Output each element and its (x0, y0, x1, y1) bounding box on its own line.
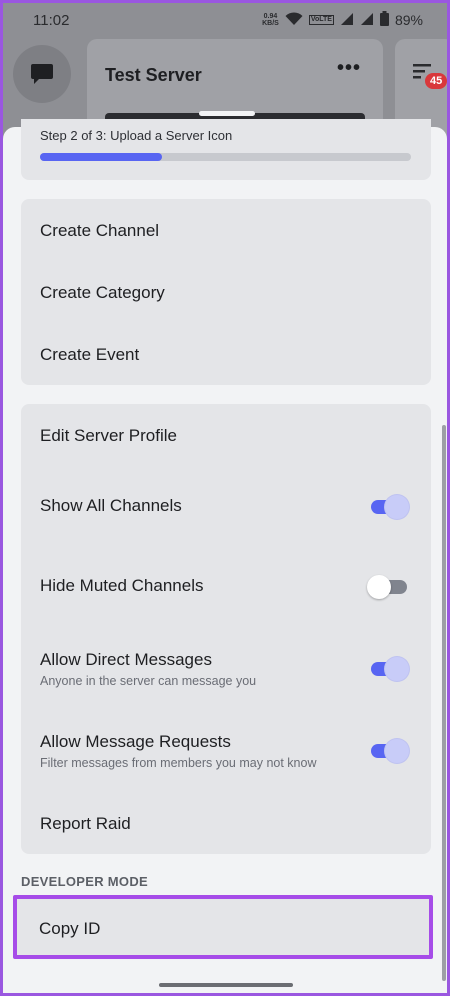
create-event-item[interactable]: Create Event (21, 323, 431, 385)
create-channel-label: Create Channel (40, 221, 160, 240)
server-settings-sheet: Step 2 of 3: Upload a Server Icon Create… (3, 119, 447, 993)
setup-progress-card[interactable]: Step 2 of 3: Upload a Server Icon (21, 119, 431, 180)
show-all-channels-toggle[interactable] (371, 494, 409, 519)
copy-id-label: Copy ID (39, 919, 101, 938)
allow-message-requests-description: Filter messages from members you may not… (40, 756, 317, 770)
status-time: 11:02 (33, 12, 70, 29)
hide-muted-channels-item[interactable]: Hide Muted Channels (21, 546, 431, 626)
edit-server-profile-label: Edit Server Profile (40, 426, 177, 445)
create-channel-item[interactable]: Create Channel (21, 199, 431, 261)
sheet-scrollbar[interactable] (442, 425, 446, 981)
more-icon: ••• (336, 57, 361, 79)
direct-messages-button (13, 45, 71, 103)
status-bar: 11:02 0.94 KB/S VoLTE 89% (3, 3, 447, 37)
developer-mode-header: DEVELOPER MODE (21, 874, 148, 889)
allow-direct-messages-toggle[interactable] (371, 656, 409, 681)
battery-icon (379, 11, 389, 29)
allow-direct-messages-item[interactable]: Allow Direct Messages Anyone in the serv… (21, 626, 431, 708)
report-raid-label: Report Raid (40, 814, 131, 833)
network-speed: 0.94 KB/S (262, 13, 279, 27)
report-raid-item[interactable]: Report Raid (21, 788, 431, 854)
create-group-card: Create Channel Create Category Create Ev… (21, 199, 431, 385)
settings-group-card: Edit Server Profile Show All Channels Hi… (21, 404, 431, 854)
allow-message-requests-toggle[interactable] (371, 738, 409, 763)
create-event-label: Create Event (40, 345, 140, 364)
volte-icon: VoLTE (308, 15, 334, 25)
edit-server-profile-item[interactable]: Edit Server Profile (21, 404, 431, 466)
setup-progress-bar (40, 153, 411, 161)
battery-percent: 89% (394, 12, 423, 28)
hide-muted-channels-label: Hide Muted Channels (40, 576, 204, 595)
allow-direct-messages-description: Anyone in the server can message you (40, 674, 257, 688)
signal-icon-2 (360, 12, 374, 29)
wifi-icon (285, 11, 303, 29)
notification-badge: 45 (423, 71, 447, 91)
phone-screen: 11:02 0.94 KB/S VoLTE 89% Test Server ••… (3, 3, 447, 993)
server-name: Test Server (105, 65, 202, 85)
signal-icon (340, 12, 354, 29)
status-icons: 0.94 KB/S VoLTE 89% (262, 11, 423, 29)
create-category-item[interactable]: Create Category (21, 261, 431, 323)
sheet-drag-handle[interactable] (199, 111, 255, 116)
copy-id-item[interactable]: Copy ID (13, 895, 433, 959)
setup-progress-fill (40, 153, 163, 161)
show-all-channels-label: Show All Channels (40, 496, 182, 515)
chat-icon (31, 64, 53, 84)
allow-message-requests-item[interactable]: Allow Message Requests Filter messages f… (21, 708, 431, 788)
hide-muted-channels-toggle[interactable] (367, 574, 409, 599)
show-all-channels-item[interactable]: Show All Channels (21, 466, 431, 546)
allow-message-requests-label: Allow Message Requests (40, 732, 231, 751)
setup-progress-label: Step 2 of 3: Upload a Server Icon (40, 128, 233, 143)
gesture-nav-bar[interactable] (159, 983, 293, 987)
create-category-label: Create Category (40, 283, 165, 302)
allow-direct-messages-label: Allow Direct Messages (40, 650, 212, 669)
